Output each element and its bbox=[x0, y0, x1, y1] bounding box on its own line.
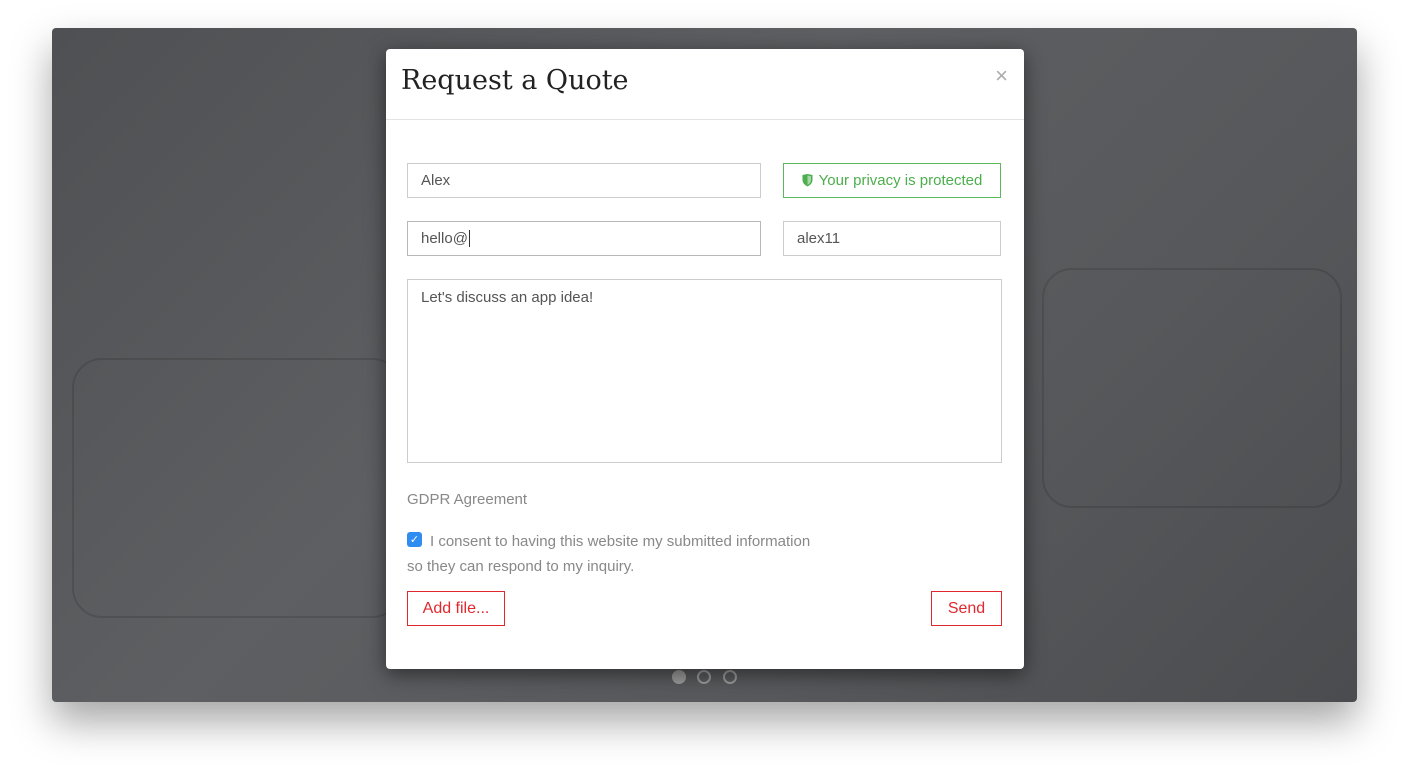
name-input[interactable]: Alex bbox=[407, 163, 761, 198]
background-sketch bbox=[72, 358, 402, 618]
carousel-dot-3[interactable] bbox=[723, 670, 737, 684]
background-sketch bbox=[1042, 268, 1342, 508]
modal-title: Request a Quote bbox=[401, 65, 629, 96]
text-cursor bbox=[468, 230, 470, 247]
consent-text: I consent to having this website my subm… bbox=[407, 533, 811, 575]
privacy-badge: Your privacy is protected bbox=[783, 163, 1001, 198]
message-textarea[interactable]: Let's discuss an app idea! bbox=[407, 279, 1002, 463]
email-input[interactable]: hello@ bbox=[407, 221, 761, 256]
close-icon[interactable]: × bbox=[995, 63, 1008, 89]
consent-checkbox[interactable]: ✓ bbox=[407, 532, 422, 547]
gdpr-heading: GDPR Agreement bbox=[407, 491, 528, 508]
shield-icon bbox=[802, 174, 813, 187]
quote-modal: Request a Quote × Alex Your privacy is p… bbox=[386, 49, 1024, 669]
carousel-dot-2[interactable] bbox=[697, 670, 711, 684]
add-file-button[interactable]: Add file... bbox=[407, 591, 505, 626]
phone-input[interactable]: alex11 bbox=[783, 221, 1001, 256]
carousel-dot-1[interactable] bbox=[672, 670, 686, 684]
email-value: hello@ bbox=[421, 230, 468, 247]
privacy-label: Your privacy is protected bbox=[818, 172, 983, 189]
divider bbox=[386, 119, 1024, 120]
send-button[interactable]: Send bbox=[931, 591, 1002, 626]
